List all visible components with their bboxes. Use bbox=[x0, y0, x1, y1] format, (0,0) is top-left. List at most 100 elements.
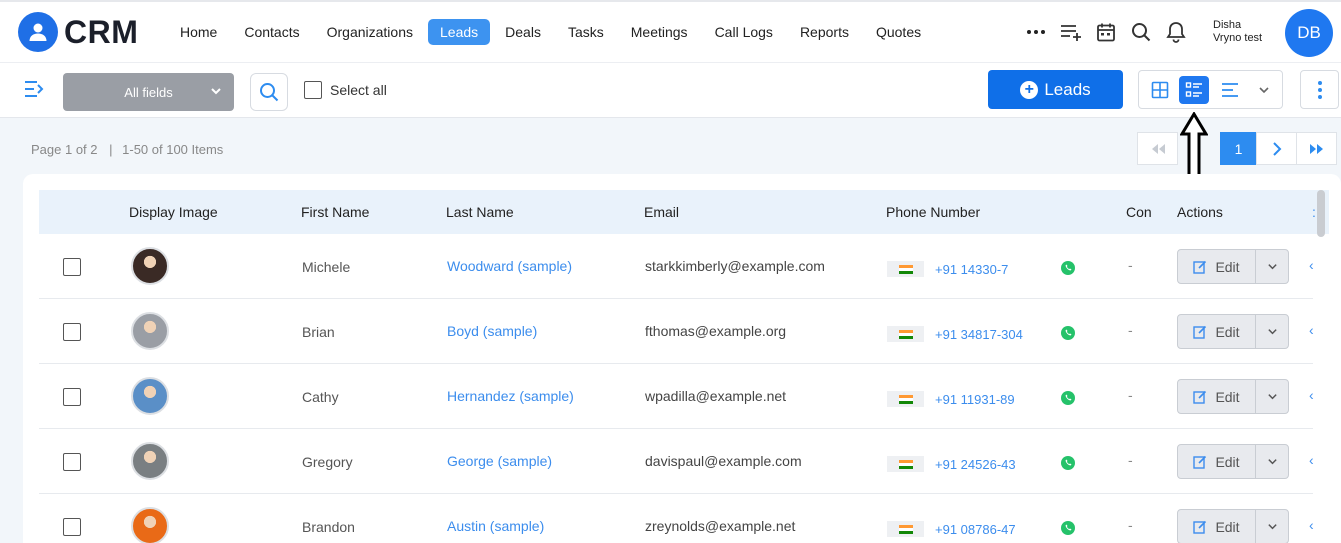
sidebar-toggle-icon[interactable] bbox=[22, 79, 46, 104]
edit-button-group: Edit bbox=[1177, 379, 1289, 414]
table-row[interactable]: Cathy Hernandez (sample) wpadilla@example.… bbox=[39, 364, 1314, 429]
header-phone[interactable]: Phone Number bbox=[886, 204, 980, 220]
table-row[interactable]: Michele Woodward (sample) starkkimberly@ex… bbox=[39, 234, 1314, 299]
whatsapp-icon[interactable] bbox=[1060, 455, 1076, 476]
current-page[interactable]: 1 bbox=[1220, 132, 1257, 165]
nav-item-contacts[interactable]: Contacts bbox=[232, 19, 311, 45]
align-left-icon[interactable] bbox=[1215, 76, 1245, 104]
edit-dropdown-icon[interactable] bbox=[1256, 250, 1288, 283]
last-name-link[interactable]: George (sample) bbox=[447, 453, 552, 469]
edit-dropdown-icon[interactable] bbox=[1256, 510, 1288, 543]
row-checkbox[interactable] bbox=[63, 518, 81, 536]
leads-table: Display Image First Name Last Name Email… bbox=[23, 174, 1341, 543]
display-image[interactable] bbox=[131, 377, 169, 415]
last-name-link[interactable]: Woodward (sample) bbox=[447, 258, 572, 274]
nav-item-home[interactable]: Home bbox=[168, 19, 229, 45]
calendar-icon[interactable] bbox=[1094, 20, 1118, 44]
last-name-link[interactable]: Boyd (sample) bbox=[447, 323, 537, 339]
last-name-link[interactable]: Hernandez (sample) bbox=[447, 388, 574, 404]
user-name[interactable]: Disha Vryno test bbox=[1213, 19, 1262, 45]
more-icon[interactable] bbox=[1024, 20, 1048, 44]
nav-item-leads[interactable]: Leads bbox=[428, 19, 491, 45]
row-overflow-icon[interactable]: ‹ bbox=[1309, 322, 1314, 338]
phone-link[interactable]: +91 24526-43 bbox=[935, 457, 1016, 472]
list-view-icon[interactable] bbox=[1179, 76, 1209, 104]
display-image[interactable] bbox=[131, 507, 169, 543]
row-overflow-icon[interactable]: ‹ bbox=[1309, 257, 1314, 273]
edit-button[interactable]: Edit bbox=[1178, 445, 1256, 478]
whatsapp-icon[interactable] bbox=[1060, 325, 1076, 346]
india-flag-icon[interactable] bbox=[887, 521, 924, 537]
india-flag-icon[interactable] bbox=[887, 326, 924, 342]
nav-item-meetings[interactable]: Meetings bbox=[619, 19, 700, 45]
india-flag-icon[interactable] bbox=[887, 456, 924, 472]
table-row[interactable]: Brian Boyd (sample) fthomas@example.org +91… bbox=[39, 299, 1314, 364]
edit-dropdown-icon[interactable] bbox=[1256, 315, 1288, 348]
row-overflow-icon[interactable]: ‹ bbox=[1309, 387, 1314, 403]
india-flag-icon[interactable] bbox=[887, 391, 924, 407]
avatar[interactable]: DB bbox=[1285, 9, 1333, 57]
user-org-name: Vryno test bbox=[1213, 32, 1263, 44]
table-row[interactable]: Gregory George (sample) davispaul@example.… bbox=[39, 429, 1314, 494]
edit-button[interactable]: Edit bbox=[1178, 250, 1256, 283]
fields-select[interactable]: All fields bbox=[63, 73, 234, 111]
header-display-image[interactable]: Display Image bbox=[129, 204, 218, 220]
row-checkbox[interactable] bbox=[63, 453, 81, 471]
header-first-name[interactable]: First Name bbox=[301, 204, 369, 220]
phone-link[interactable]: +91 14330-7 bbox=[935, 262, 1008, 277]
nav-item-tasks[interactable]: Tasks bbox=[556, 19, 616, 45]
bell-icon[interactable] bbox=[1164, 20, 1188, 44]
india-flag-icon[interactable] bbox=[887, 261, 924, 277]
display-image[interactable] bbox=[131, 247, 169, 285]
row-overflow-icon[interactable]: ‹ bbox=[1309, 452, 1314, 468]
app-logo[interactable]: CRM bbox=[18, 12, 138, 52]
row-overflow-icon[interactable]: ‹ bbox=[1309, 517, 1314, 533]
page-number-text: Page 1 of 2 bbox=[31, 142, 98, 157]
phone-link[interactable]: +91 08786-47 bbox=[935, 522, 1016, 537]
first-page-icon[interactable] bbox=[1137, 132, 1178, 165]
nav-item-call-logs[interactable]: Call Logs bbox=[703, 19, 785, 45]
view-dropdown-icon[interactable] bbox=[1249, 76, 1279, 104]
whatsapp-icon[interactable] bbox=[1060, 390, 1076, 411]
nav-item-reports[interactable]: Reports bbox=[788, 19, 861, 45]
nav-item-quotes[interactable]: Quotes bbox=[864, 19, 933, 45]
row-checkbox[interactable] bbox=[63, 388, 81, 406]
header-company[interactable]: Con bbox=[1126, 204, 1152, 220]
edit-button[interactable]: Edit bbox=[1178, 380, 1256, 413]
more-options-icon[interactable] bbox=[1300, 70, 1339, 109]
last-name-link[interactable]: Austin (sample) bbox=[447, 518, 544, 534]
company-value: - bbox=[1128, 452, 1133, 468]
grid-view-icon[interactable] bbox=[1145, 76, 1175, 104]
search-icon[interactable] bbox=[1129, 20, 1153, 44]
edit-dropdown-icon[interactable] bbox=[1256, 380, 1288, 413]
last-page-icon[interactable] bbox=[1296, 132, 1337, 165]
row-checkbox[interactable] bbox=[63, 323, 81, 341]
edit-dropdown-icon[interactable] bbox=[1256, 445, 1288, 478]
header-last-name[interactable]: Last Name bbox=[446, 204, 514, 220]
row-checkbox[interactable] bbox=[63, 258, 81, 276]
table-scrollbar[interactable] bbox=[1317, 190, 1325, 237]
table-row[interactable]: Brandon Austin (sample) zreynolds@example.… bbox=[39, 494, 1314, 543]
user-logo-icon bbox=[18, 12, 58, 52]
edit-button[interactable]: Edit bbox=[1178, 510, 1256, 543]
header-email[interactable]: Email bbox=[644, 204, 679, 220]
select-all[interactable]: Select all bbox=[304, 81, 387, 99]
display-image[interactable] bbox=[131, 442, 169, 480]
phone-link[interactable]: +91 11931-89 bbox=[935, 392, 1015, 407]
up-arrow-annotation-icon bbox=[1179, 111, 1209, 183]
nav-item-deals[interactable]: Deals bbox=[493, 19, 553, 45]
select-all-checkbox[interactable] bbox=[304, 81, 322, 99]
add-list-icon[interactable] bbox=[1059, 20, 1083, 44]
edit-label: Edit bbox=[1215, 388, 1240, 405]
display-image[interactable] bbox=[131, 312, 169, 350]
whatsapp-icon[interactable] bbox=[1060, 260, 1076, 281]
next-page-icon[interactable] bbox=[1256, 132, 1297, 165]
edit-button[interactable]: Edit bbox=[1178, 315, 1256, 348]
email: starkkimberly@example.com bbox=[645, 258, 825, 274]
search-button[interactable] bbox=[250, 73, 288, 111]
phone-link[interactable]: +91 34817-304 bbox=[935, 327, 1023, 342]
main-nav: Home Contacts Organizations Leads Deals Tasks… bbox=[168, 19, 936, 45]
whatsapp-icon[interactable] bbox=[1060, 520, 1076, 541]
nav-item-organizations[interactable]: Organizations bbox=[315, 19, 425, 45]
add-leads-button[interactable]: + Leads bbox=[988, 70, 1123, 109]
